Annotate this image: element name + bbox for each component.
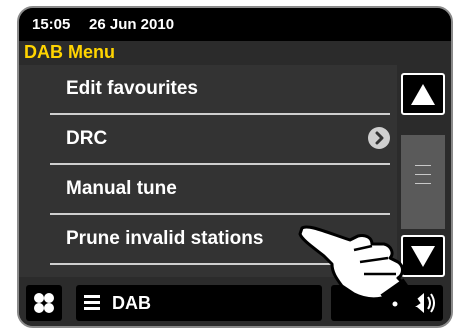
mode-label: DAB	[112, 293, 151, 313]
scroll-grip-line	[415, 183, 431, 184]
status-bar: 15:05 26 Jun 2010	[19, 8, 451, 41]
menu-item-label: Prune invalid stations	[66, 228, 264, 249]
status-time: 15:05	[32, 16, 71, 33]
menu-title-bar: DAB Menu	[19, 41, 451, 65]
menu-item-label: Edit favourites	[66, 78, 198, 99]
status-date: 26 Jun 2010	[89, 16, 175, 33]
menu-item-label: Manual tune	[66, 178, 177, 199]
menu-item-drc[interactable]: DRC	[50, 115, 390, 165]
pointing-hand-icon	[298, 218, 428, 323]
menu-item-label: DRC	[66, 128, 108, 149]
mode-menu-button[interactable]: DAB	[76, 285, 322, 321]
menu-title: DAB Menu	[24, 42, 115, 62]
home-button[interactable]	[26, 285, 62, 321]
menu-item-edit-favourites[interactable]: Edit favourites	[50, 65, 390, 115]
scroll-up-button[interactable]	[401, 73, 445, 115]
menu-item-manual-tune[interactable]: Manual tune	[50, 165, 390, 215]
scroll-grip-line	[415, 174, 431, 175]
chevron-right-icon	[368, 127, 390, 149]
scroll-grip-line	[415, 165, 431, 166]
scroll-track[interactable]	[401, 135, 445, 229]
